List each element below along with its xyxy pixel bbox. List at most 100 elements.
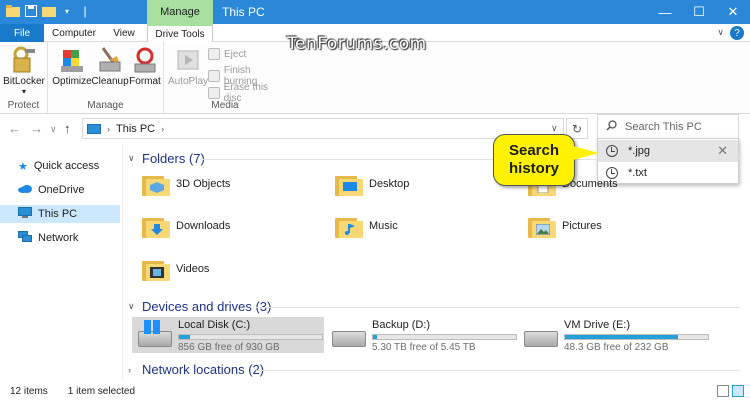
quick-access-folder-icon[interactable]	[42, 4, 56, 18]
windows-drive-icon	[138, 320, 172, 347]
callout-line: Search	[508, 142, 560, 159]
drive-free-space: 5.30 TB free of 5.45 TB	[372, 342, 476, 353]
maximize-button[interactable]: ☐	[682, 0, 716, 24]
item-count: 12 items	[10, 385, 48, 397]
star-icon: ★	[18, 160, 28, 173]
breadcrumb-separator-icon: ›	[161, 123, 165, 134]
history-clock-icon	[606, 145, 618, 157]
sidebar-item-quick-access[interactable]: ★ Quick access	[0, 157, 120, 175]
address-bar[interactable]: › This PC ›	[82, 118, 564, 139]
folder-item[interactable]: Pictures	[528, 206, 602, 246]
sidebar-item-label: OneDrive	[38, 184, 85, 196]
recent-locations-button[interactable]: ∨	[50, 124, 57, 135]
folder-name: Pictures	[562, 220, 602, 232]
cleanup-button[interactable]: Cleanup	[91, 46, 129, 87]
chevron-right-icon: ›	[128, 364, 131, 375]
folder-item[interactable]: Videos	[142, 249, 209, 289]
drive-item[interactable]: Backup (D:) 5.30 TB free of 5.45 TB	[330, 317, 520, 353]
cleanup-icon	[95, 46, 125, 74]
burn-disc-icon	[208, 70, 220, 82]
minimize-button[interactable]: —	[648, 0, 682, 24]
drive-free-space: 48.3 GB free of 232 GB	[564, 342, 669, 353]
sidebar-item-network[interactable]: Network	[0, 229, 120, 247]
up-button[interactable]: ↑	[64, 121, 71, 136]
folder-name: Music	[369, 220, 398, 232]
status-bar: 12 items 1 item selected	[0, 380, 750, 402]
search-history-item[interactable]: *.txt	[598, 162, 738, 184]
address-dropdown-icon[interactable]: ∨	[551, 123, 558, 134]
forward-button[interactable]: →	[30, 121, 43, 136]
ribbon-group-protect: BitLocker ▾ Protect	[0, 42, 48, 114]
folder-item[interactable]: Music	[335, 206, 398, 246]
folder-item[interactable]: Downloads	[142, 206, 230, 246]
callout-line: history	[508, 160, 559, 177]
drive-usage-bar	[372, 334, 517, 340]
close-button[interactable]: ✕	[716, 0, 750, 24]
section-title: Network locations (2)	[142, 362, 265, 377]
drive-item[interactable]: VM Drive (E:) 48.3 GB free of 232 GB	[522, 317, 722, 353]
drive-free-space: 856 GB free of 930 GB	[178, 342, 280, 353]
sidebar-item-onedrive[interactable]: OneDrive	[0, 181, 120, 199]
cloud-icon	[18, 184, 32, 196]
sidebar-item-label: Quick access	[33, 160, 100, 172]
details-view-icon[interactable]	[717, 385, 729, 397]
folder-item[interactable]: 3D Objects	[142, 164, 230, 204]
pane-divider[interactable]	[122, 142, 123, 380]
section-network-header[interactable]: › Network locations (2)	[128, 362, 264, 377]
tab-drive-tools[interactable]: Drive Tools	[147, 24, 213, 43]
tab-computer[interactable]: Computer	[46, 24, 102, 42]
search-input[interactable]: Search This PC	[625, 121, 702, 133]
format-button[interactable]: Format	[128, 46, 162, 87]
pictures-folder-icon	[528, 214, 556, 238]
drive-name: Backup (D:)	[372, 319, 431, 331]
section-devices-header[interactable]: ∨ Devices and drives (3)	[128, 299, 271, 314]
navigation-pane: ★ Quick access OneDrive This PC Network	[0, 142, 122, 380]
search-history-callout: Search history	[493, 134, 575, 186]
callout-pointer	[573, 146, 599, 160]
search-box[interactable]: Search This PC	[597, 114, 739, 140]
autoplay-label: AutoPlay	[167, 76, 209, 87]
collapse-ribbon-icon[interactable]: ∨	[717, 27, 724, 38]
drive-item[interactable]: Local Disk (C:) 856 GB free of 930 GB	[132, 317, 324, 353]
dropdown-arrow-icon: ▾	[21, 87, 26, 96]
drive-name: VM Drive (E:)	[564, 319, 630, 331]
back-button[interactable]: ←	[8, 121, 21, 136]
cleanup-label: Cleanup	[91, 76, 129, 87]
autoplay-button[interactable]: AutoPlay	[168, 46, 208, 87]
hard-drive-icon	[332, 331, 366, 347]
search-history-term: *.txt	[628, 167, 647, 179]
search-icon	[606, 120, 617, 134]
tab-file[interactable]: File	[0, 24, 44, 42]
ribbon-group-label: Manage	[87, 100, 124, 111]
hard-drive-icon	[524, 331, 558, 347]
optimize-icon	[57, 46, 87, 74]
sidebar-item-label: Network	[38, 232, 79, 244]
help-icon[interactable]: ?	[730, 26, 744, 40]
computer-icon	[87, 123, 101, 134]
3d-objects-folder-icon	[142, 172, 170, 196]
eject-button[interactable]: Eject	[208, 48, 246, 60]
customize-toolbar-icon[interactable]: ▾	[60, 4, 74, 18]
section-title: Devices and drives (3)	[142, 299, 272, 314]
format-label: Format	[129, 76, 161, 87]
breadcrumb-this-pc[interactable]: This PC	[116, 123, 155, 135]
tiles-view-icon[interactable]	[732, 385, 744, 397]
sidebar-item-this-pc[interactable]: This PC	[0, 205, 120, 223]
bitlocker-button[interactable]: BitLocker ▾	[3, 46, 45, 96]
drive-usage-bar	[564, 334, 709, 340]
eject-icon	[208, 48, 220, 60]
ribbon-group-manage: Optimize Cleanup Format Manage	[48, 42, 164, 114]
tab-view[interactable]: View	[104, 24, 144, 42]
autoplay-icon	[173, 46, 203, 74]
desktop-folder-icon	[335, 172, 363, 196]
folder-item[interactable]: Desktop	[335, 164, 409, 204]
optimize-button[interactable]: Optimize	[52, 46, 92, 87]
ribbon-group-label: Protect	[7, 100, 40, 111]
watermark: TenForums.com	[287, 34, 427, 54]
music-folder-icon	[335, 214, 363, 238]
sidebar-item-label: This PC	[38, 208, 78, 220]
folder-icon[interactable]	[6, 4, 20, 18]
quick-access-save-icon[interactable]	[24, 4, 38, 18]
optimize-label: Optimize	[52, 76, 92, 87]
remove-history-icon[interactable]: ✕	[717, 143, 728, 159]
